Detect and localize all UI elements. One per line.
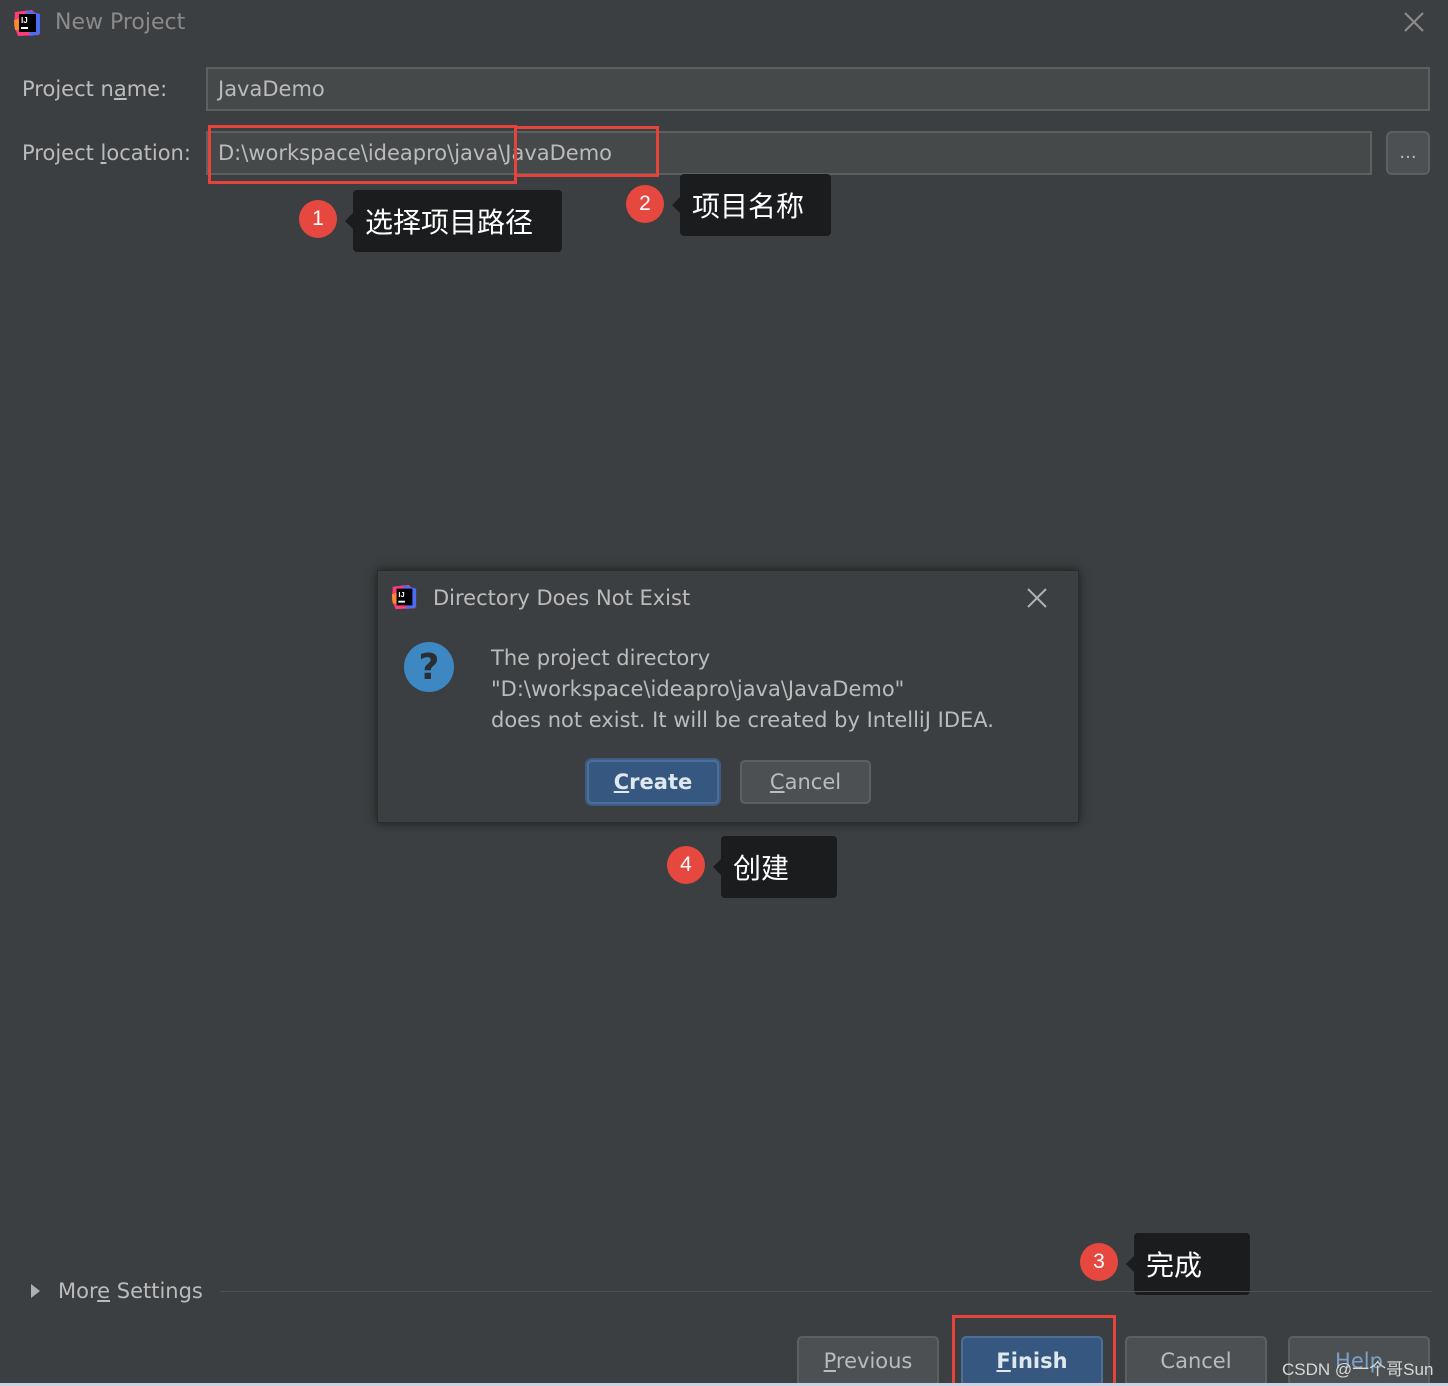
expand-triangle-icon[interactable] [31,1284,40,1298]
mnemonic: F [996,1349,1011,1373]
separator [220,1291,1432,1292]
button-label: reate [629,770,693,794]
step-tooltip-1: 选择项目路径 [345,190,562,252]
highlight-path-box [208,125,517,184]
button-label: ancel [784,770,842,794]
mnemonic: a [113,77,127,101]
finish-button[interactable]: Finish [961,1336,1103,1386]
close-icon[interactable] [1024,585,1050,611]
step-badge-2: 2 [626,185,664,223]
cancel-button[interactable]: Cancel [1125,1336,1267,1386]
dialog-title: Directory Does Not Exist [433,586,691,610]
label-text: ocation: [106,141,191,165]
dialog-message: The project directory "D:\workspace\idea… [491,643,994,736]
browse-button[interactable]: ... [1386,131,1430,175]
intellij-idea-icon: IJ [391,584,417,610]
svg-text:IJ: IJ [398,590,404,599]
svg-text:IJ: IJ [21,16,28,25]
project-location-label: Project location: [22,139,191,167]
label-text: Project n [22,77,114,101]
mnemonic: C [613,770,630,794]
button-label: inish [1010,1349,1068,1373]
tooltip-text: 创建 [733,852,790,885]
mnemonic: P [823,1349,836,1373]
intellij-idea-icon: IJ [14,10,40,36]
tooltip-text: 完成 [1146,1249,1203,1282]
message-line: "D:\workspace\ideapro\java\JavaDemo" [491,677,905,701]
label-text: Mor [58,1279,98,1303]
step-badge-1: 1 [299,200,337,238]
window-title: New Project [55,10,186,35]
step-tooltip-2: 项目名称 [672,174,831,236]
project-name-input[interactable]: JavaDemo [206,67,1430,111]
directory-dialog: IJ Directory Does Not Exist ? The projec… [377,570,1079,823]
more-settings-toggle[interactable]: More Settings [58,1277,203,1305]
tooltip-text: 选择项目路径 [365,206,534,239]
message-line: does not exist. It will be created by In… [491,708,994,732]
tooltip-text: 项目名称 [692,190,805,223]
step-tooltip-4: 创建 [713,836,837,898]
mnemonic: C [769,770,785,794]
question-icon: ? [404,642,454,692]
svg-text:?: ? [419,647,440,688]
label-text: Settings [110,1279,203,1303]
mnemonic: e [97,1279,111,1303]
step-badge-4: 4 [667,846,705,884]
highlight-name-box [514,126,659,177]
project-name-label: Project name: [22,75,167,103]
step-tooltip-3: 完成 [1126,1233,1250,1295]
label-text: me: [126,77,168,101]
button-label: revious [835,1349,913,1373]
watermark: CSDN @一个哥Sun [1282,1360,1434,1379]
dialog-cancel-button[interactable]: Cancel [740,760,871,804]
message-line: The project directory [491,646,711,670]
previous-button[interactable]: Previous [797,1336,939,1386]
step-badge-3: 3 [1080,1243,1118,1281]
label-text: Project [22,141,101,165]
create-button[interactable]: Create [587,760,719,804]
close-icon[interactable] [1400,8,1428,36]
